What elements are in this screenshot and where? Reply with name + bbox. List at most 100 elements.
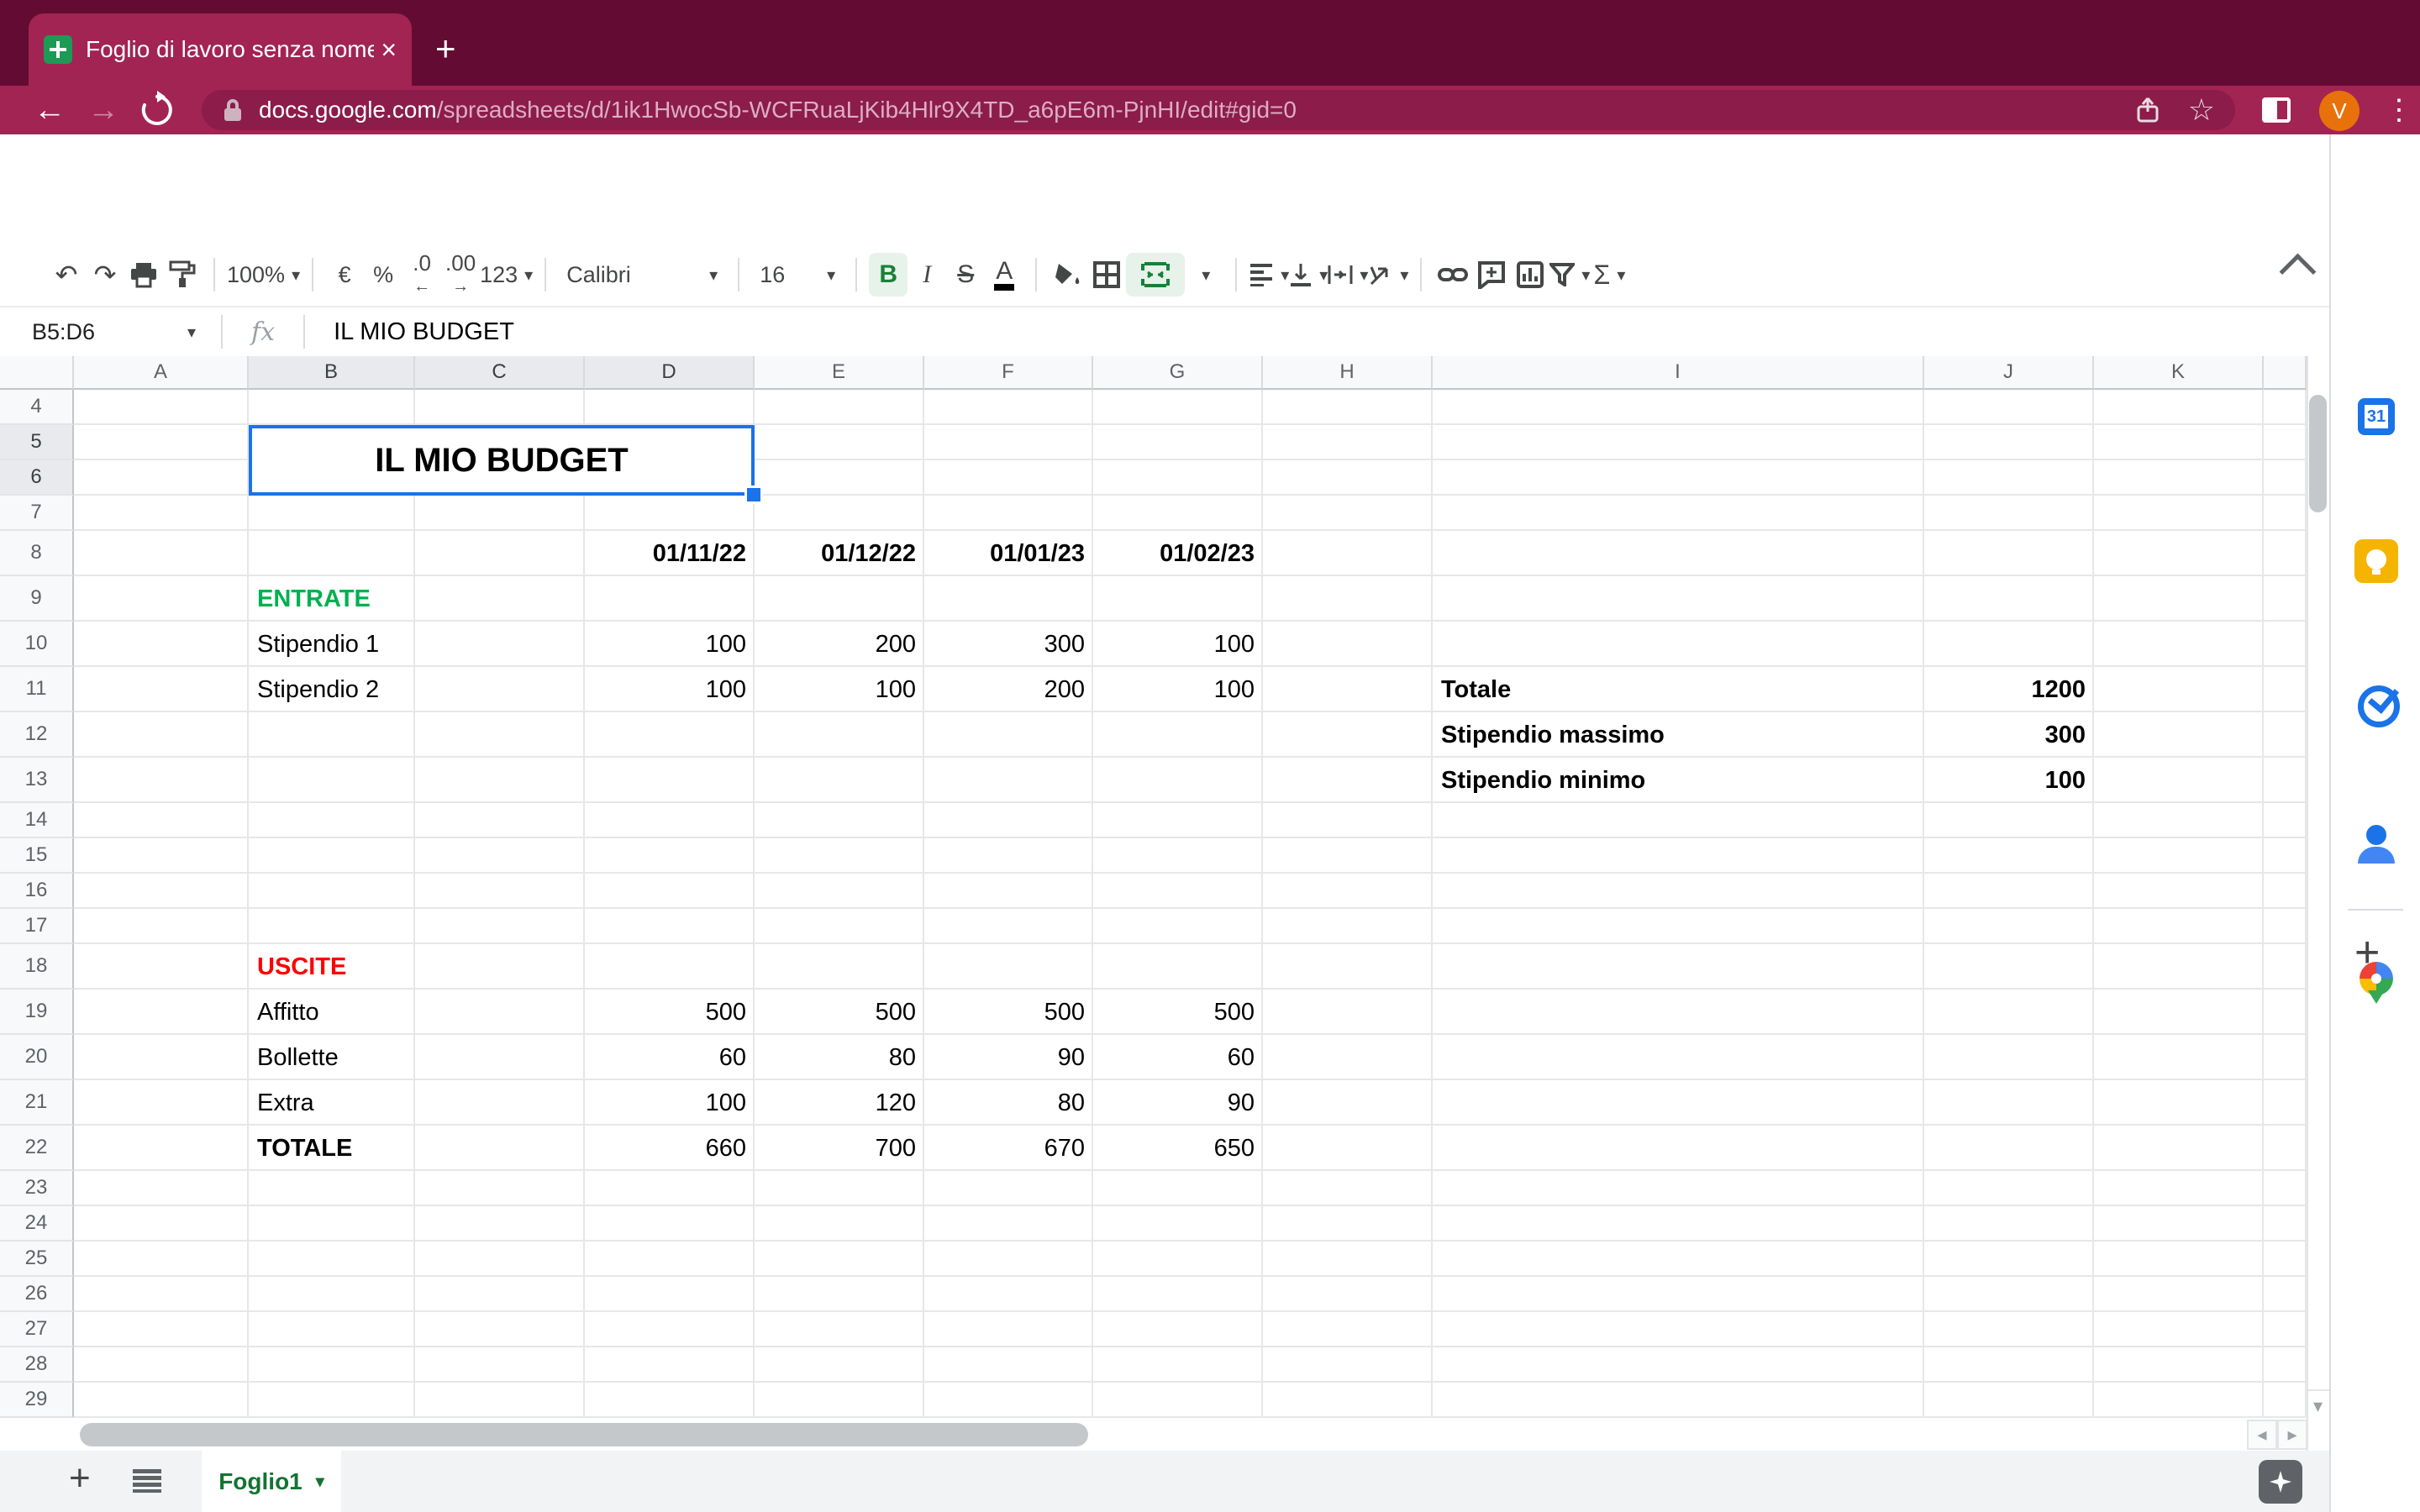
cell-I13[interactable]: Stipendio minimo [1433, 758, 1924, 803]
cell-B10[interactable]: Stipendio 1 [249, 622, 415, 667]
cell-G20[interactable]: 60 [1093, 1035, 1263, 1080]
cell-B22[interactable]: TOTALE [249, 1126, 415, 1171]
borders-icon[interactable] [1087, 253, 1126, 297]
add-sheet-icon[interactable]: + [69, 1457, 91, 1499]
reload-icon[interactable] [136, 89, 178, 131]
side-panel-icon[interactable] [2262, 97, 2291, 123]
row-header-21[interactable]: 21 [0, 1080, 74, 1126]
row-header-11[interactable]: 11 [0, 667, 74, 712]
row-header-28[interactable]: 28 [0, 1347, 74, 1383]
scroll-right-icon[interactable]: ▸ [2277, 1420, 2307, 1450]
column-header-partial[interactable] [2264, 356, 2307, 390]
name-box-caret-icon[interactable]: ▾ [187, 322, 196, 343]
google-tasks-icon[interactable] [2354, 682, 2398, 726]
cell-B20[interactable]: Bollette [249, 1035, 415, 1080]
cell-E10[interactable]: 200 [755, 622, 924, 667]
column-header-C[interactable]: C [415, 356, 585, 390]
url-bar[interactable]: docs.google.com/spreadsheets/d/1ik1HwocS… [202, 90, 2235, 130]
cell-F11[interactable]: 200 [924, 667, 1093, 712]
font-select[interactable]: Calibri▾ [558, 253, 726, 297]
column-header-F[interactable]: F [924, 356, 1093, 390]
cell-F20[interactable]: 90 [924, 1035, 1093, 1080]
cell-F8[interactable]: 01/01/23 [924, 531, 1093, 576]
row-header-12[interactable]: 12 [0, 712, 74, 758]
all-sheets-icon[interactable] [133, 1469, 161, 1493]
browser-avatar[interactable]: V [2319, 91, 2360, 131]
vertical-scrollbar-thumb[interactable] [2309, 395, 2327, 512]
insert-comment-icon[interactable] [1472, 253, 1511, 297]
cell-G22[interactable]: 650 [1093, 1126, 1263, 1171]
text-color-button[interactable]: A [985, 253, 1023, 297]
format-currency-icon[interactable]: € [325, 253, 364, 297]
column-header-G[interactable]: G [1093, 356, 1263, 390]
row-header-8[interactable]: 8 [0, 531, 74, 576]
cell-D21[interactable]: 100 [585, 1080, 755, 1126]
cell-D19[interactable]: 500 [585, 990, 755, 1035]
column-header-B[interactable]: B [249, 356, 415, 390]
row-header-17[interactable]: 17 [0, 909, 74, 944]
cell-J12[interactable]: 300 [1924, 712, 2094, 758]
insert-chart-icon[interactable] [1511, 253, 1549, 297]
row-header-4[interactable]: 4 [0, 390, 74, 425]
add-addon-icon[interactable]: + [2354, 927, 2380, 978]
cell-E8[interactable]: 01/12/22 [755, 531, 924, 576]
column-header-K[interactable]: K [2094, 356, 2264, 390]
column-header-I[interactable]: I [1433, 356, 1924, 390]
column-header-D[interactable]: D [585, 356, 755, 390]
cell-J11[interactable]: 1200 [1924, 667, 2094, 712]
spreadsheet-grid[interactable]: ABCDEFGHIJK45678910111213141516171819202… [0, 356, 2307, 1451]
row-header-13[interactable]: 13 [0, 758, 74, 803]
vertical-scrollbar-track[interactable] [2307, 356, 2329, 1451]
cell-D11[interactable]: 100 [585, 667, 755, 712]
font-size-select[interactable]: 16▾ [751, 253, 844, 297]
scroll-left-icon[interactable]: ◂ [2247, 1420, 2277, 1450]
scroll-down-icon[interactable]: ▾ [2307, 1389, 2329, 1420]
cell-B19[interactable]: Affitto [249, 990, 415, 1035]
cell-B9[interactable]: ENTRATE [249, 576, 415, 622]
format-percent-icon[interactable]: % [364, 253, 402, 297]
row-header-22[interactable]: 22 [0, 1126, 74, 1171]
row-header-9[interactable]: 9 [0, 576, 74, 622]
cell-E11[interactable]: 100 [755, 667, 924, 712]
row-header-27[interactable]: 27 [0, 1312, 74, 1347]
insert-link-icon[interactable] [1434, 253, 1472, 297]
cell-D8[interactable]: 01/11/22 [585, 531, 755, 576]
merge-cells-button[interactable] [1126, 253, 1185, 297]
row-header-7[interactable]: 7 [0, 496, 74, 531]
new-tab-button[interactable]: + [435, 34, 456, 64]
cell-B21[interactable]: Extra [249, 1080, 415, 1126]
cell-E20[interactable]: 80 [755, 1035, 924, 1080]
vertical-align-icon[interactable]: ▾ [1289, 253, 1328, 297]
google-calendar-icon[interactable]: 31 [2354, 395, 2398, 438]
bold-button[interactable]: B [869, 253, 908, 297]
merge-caret-icon[interactable]: ▾ [1202, 265, 1210, 286]
back-icon[interactable]: ← [29, 86, 71, 134]
tab-close-icon[interactable]: × [381, 34, 397, 66]
cell-G8[interactable]: 01/02/23 [1093, 531, 1263, 576]
row-header-18[interactable]: 18 [0, 944, 74, 990]
cell-F10[interactable]: 300 [924, 622, 1093, 667]
undo-icon[interactable]: ↶ [47, 253, 86, 297]
row-header-14[interactable]: 14 [0, 803, 74, 838]
cell-G19[interactable]: 500 [1093, 990, 1263, 1035]
formula-input[interactable]: IL MIO BUDGET [334, 318, 514, 346]
paint-format-icon[interactable] [163, 253, 202, 297]
increase-decimal-icon[interactable]: .00→ [441, 253, 480, 297]
horizontal-align-icon[interactable]: ▾ [1249, 253, 1289, 297]
row-header-19[interactable]: 19 [0, 990, 74, 1035]
bookmark-star-icon[interactable]: ☆ [2188, 92, 2215, 128]
strikethrough-button[interactable]: S [946, 253, 985, 297]
cell-F22[interactable]: 670 [924, 1126, 1093, 1171]
cell-D20[interactable]: 60 [585, 1035, 755, 1080]
cell-E22[interactable]: 700 [755, 1126, 924, 1171]
decrease-decimal-icon[interactable]: .0← [402, 253, 441, 297]
cell-D22[interactable]: 660 [585, 1126, 755, 1171]
row-header-16[interactable]: 16 [0, 874, 74, 909]
grid-corner[interactable] [0, 356, 74, 390]
google-contacts-icon[interactable] [2354, 822, 2398, 865]
cell-D10[interactable]: 100 [585, 622, 755, 667]
cell-B11[interactable]: Stipendio 2 [249, 667, 415, 712]
forward-icon[interactable]: → [82, 86, 124, 134]
cell-G21[interactable]: 90 [1093, 1080, 1263, 1126]
cell-I12[interactable]: Stipendio massimo [1433, 712, 1924, 758]
